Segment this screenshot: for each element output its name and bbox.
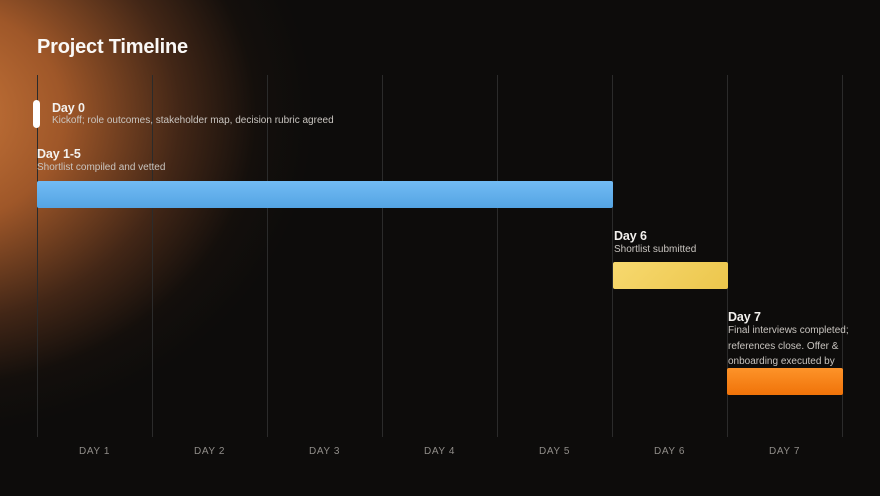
axis-label-day-7: DAY 7 [769,446,800,457]
day7-description-line1: Final interviews completed; [728,325,849,336]
page-title: Project Timeline [37,36,188,58]
timeline-slide: Project Timeline Day 0 Kickoff; role out… [0,0,880,496]
day0-milestone-marker [33,100,40,128]
day0-description: Kickoff; role outcomes, stakeholder map,… [52,115,334,126]
axis-label-day-5: DAY 5 [539,446,570,457]
day6-label: Day 6 [614,229,647,243]
gridline-day-0 [37,75,38,437]
axis-label-day-3: DAY 3 [309,446,340,457]
axis-label-day-2: DAY 2 [194,446,225,457]
gridline-day-5 [612,75,613,437]
day7-description-line2: references close. Offer & [728,340,839,352]
gridline-day-2 [267,75,268,437]
axis-label-day-6: DAY 6 [654,446,685,457]
axis-label-day-4: DAY 4 [424,446,455,457]
axis-label-day-1: DAY 1 [79,446,110,457]
day1-5-timeline-bar [37,181,613,208]
day1-5-label: Day 1-5 [37,147,81,161]
day1-5-description: Shortlist compiled and vetted [37,162,166,173]
gridline-day-4 [497,75,498,437]
gridline-day-3 [382,75,383,437]
day7-label: Day 7 [728,310,761,324]
gridline-day-1 [152,75,153,437]
day6-description: Shortlist submitted [614,244,697,255]
day7-timeline-bar [727,368,843,395]
day6-timeline-bar [613,262,728,289]
